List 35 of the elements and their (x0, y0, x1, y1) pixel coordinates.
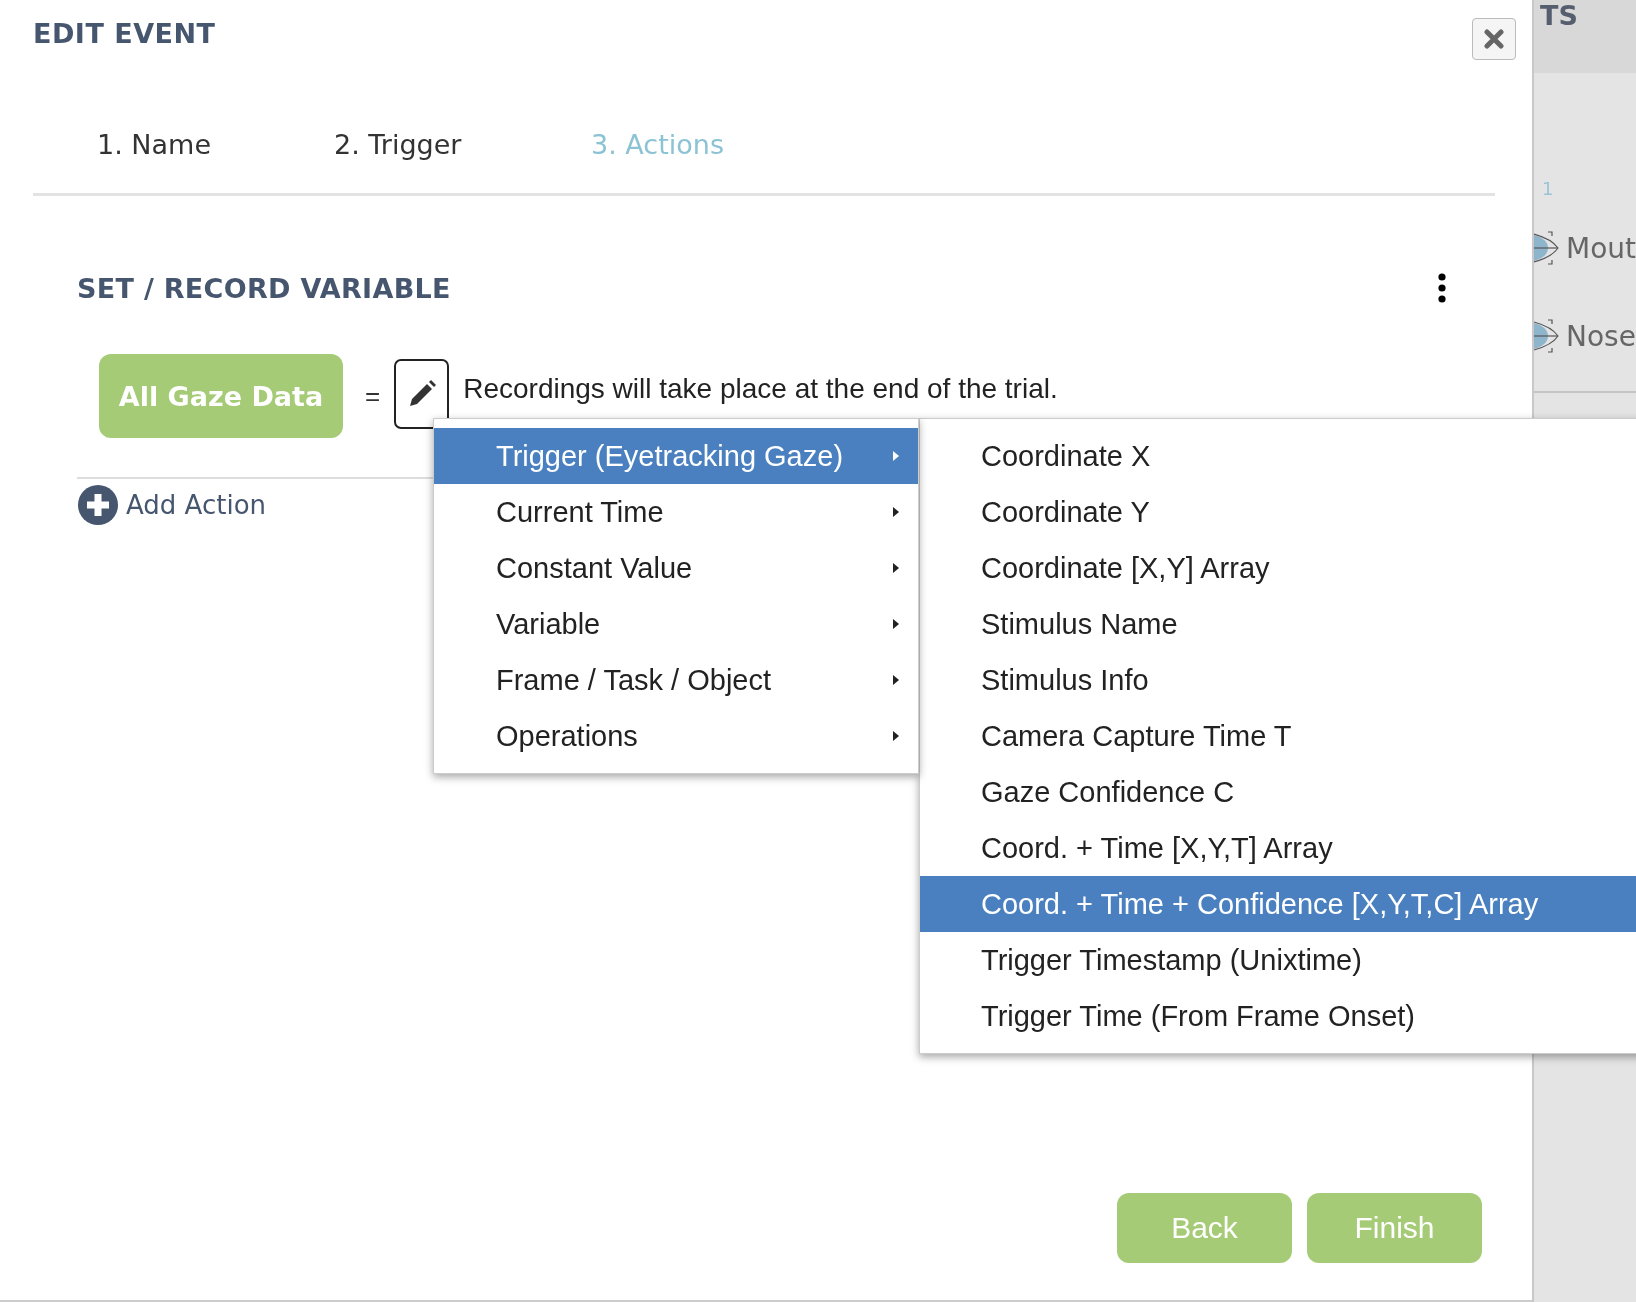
equals-sign: = (365, 380, 381, 412)
menu-item[interactable]: Coordinate [X,Y] Array (920, 540, 1636, 596)
menu-item[interactable]: Variable (434, 596, 918, 652)
count-label: 1 (1542, 178, 1555, 199)
close-icon (1484, 29, 1504, 49)
menu-item[interactable]: Trigger Time (From Frame Onset) (920, 988, 1636, 1044)
recording-note: Recordings will take place at the end of the trial. (463, 373, 1058, 405)
object-label: Mout (1566, 231, 1636, 265)
menu-item[interactable]: Coordinate Y (920, 484, 1636, 540)
section-title: SET / RECORD VARIABLE (77, 272, 451, 304)
menu-item[interactable]: Frame / Task / Object (434, 652, 918, 708)
plus-circle-icon (78, 485, 118, 525)
menu-item[interactable]: Stimulus Name (920, 596, 1636, 652)
menu-item[interactable]: Camera Capture Time T (920, 708, 1636, 764)
menu-item[interactable]: Coordinate X (920, 428, 1636, 484)
menu-item[interactable]: Operations (434, 708, 918, 764)
dialog-title: EDIT EVENT (33, 18, 216, 49)
step-tab[interactable]: 2. Trigger (334, 129, 462, 160)
menu-item[interactable]: Coord. + Time [X,Y,T] Array (920, 820, 1636, 876)
menu-item[interactable]: Gaze Confidence C (920, 764, 1636, 820)
step-tab[interactable]: 1. Name (97, 129, 211, 160)
eye-icon (1534, 317, 1560, 355)
menu-item[interactable]: Constant Value (434, 540, 918, 596)
more-options-icon[interactable] (1438, 273, 1446, 303)
menu-item[interactable]: Trigger Timestamp (Unixtime) (920, 932, 1636, 988)
menu-item[interactable]: Coord. + Time + Confidence [X,Y,T,C] Array (920, 876, 1636, 932)
menu-item[interactable]: Trigger (Eyetracking Gaze) (434, 428, 918, 484)
menu-item[interactable]: Current Time (434, 484, 918, 540)
menu-item[interactable]: Stimulus Info (920, 652, 1636, 708)
add-action-button[interactable]: Add Action (78, 485, 267, 525)
panel-heading: TS (1540, 0, 1578, 32)
edit-button[interactable] (394, 359, 450, 429)
eye-icon (1534, 229, 1560, 267)
object-label: Nose (1566, 319, 1636, 353)
close-button[interactable] (1472, 18, 1516, 60)
